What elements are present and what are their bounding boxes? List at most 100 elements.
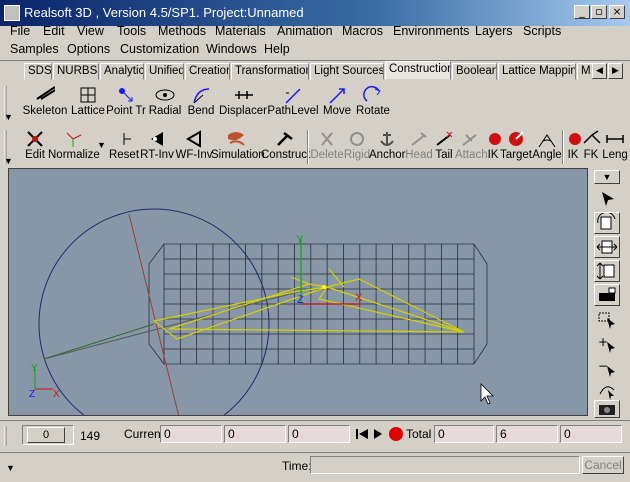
current-field-2[interactable]: 0: [224, 425, 286, 443]
close-button[interactable]: ×: [609, 5, 625, 19]
wf-inv-button[interactable]: WF-Inv: [175, 129, 213, 161]
fk-g3-button[interactable]: FK: [582, 129, 601, 161]
simulation-button[interactable]: Simulation: [211, 129, 265, 161]
skeleton-button[interactable]: Skeleton: [22, 85, 68, 117]
rotate-view-icon[interactable]: [594, 211, 620, 234]
menu-macros[interactable]: Macros: [342, 24, 383, 38]
svg-text:−: −: [598, 359, 608, 373]
edit-button[interactable]: Edit: [22, 129, 48, 161]
add-select-icon[interactable]: +: [594, 334, 620, 356]
leng-g3-button[interactable]: Leng: [600, 129, 630, 161]
tab-construction[interactable]: Construction: [385, 61, 451, 80]
target-g2-button[interactable]: Target: [499, 129, 533, 161]
joint-marker[interactable]: [322, 285, 326, 289]
toolbar2-more-arrow[interactable]: ▼: [4, 156, 13, 166]
tab-sds[interactable]: SDS: [24, 63, 52, 80]
point-tr-button[interactable]: Point Tr: [106, 85, 146, 117]
construct-button[interactable]: Construct: [261, 129, 311, 161]
render-camera-icon[interactable]: [594, 400, 620, 418]
select-arrow-icon[interactable]: [594, 188, 620, 210]
menu-options[interactable]: Options: [67, 42, 110, 56]
menu-customization[interactable]: Customization: [120, 42, 199, 56]
displacer-icon: [235, 91, 253, 99]
tab-nurbs[interactable]: NURBS: [53, 63, 99, 80]
lattice-label: Lattice: [71, 105, 105, 117]
normalize-dropdown-arrow[interactable]: ▼: [97, 140, 106, 150]
menu-samples[interactable]: Samples: [10, 42, 59, 56]
tab-light-sources[interactable]: Light Sources: [310, 63, 384, 80]
mouse-cursor-icon: [480, 383, 494, 405]
attach-g2-button[interactable]: Attach: [455, 129, 488, 161]
tab-scroll-left-button[interactable]: ◀: [592, 63, 607, 79]
minimize-button[interactable]: _: [574, 5, 590, 19]
tab-unified[interactable]: Unified: [145, 63, 184, 80]
frame-slider-thumb[interactable]: 0: [27, 427, 65, 443]
rt-inv-label: RT-Inv: [140, 149, 174, 161]
displacer-button[interactable]: Displacer: [219, 85, 267, 117]
delete-g2-button[interactable]: Delete: [310, 129, 344, 161]
status-bar: ▼ Time: Cancel: [0, 452, 630, 482]
3d-viewport[interactable]: Y X Z Y Z X: [8, 168, 588, 416]
menu-windows[interactable]: Windows: [206, 42, 257, 56]
restore-button[interactable]: ▫: [591, 5, 607, 19]
anchor-g2-button[interactable]: Anchor: [369, 129, 405, 161]
tab-analytic[interactable]: Analytic: [100, 63, 144, 80]
zoom-view-icon[interactable]: [594, 260, 620, 282]
rotate-button[interactable]: Rotate: [355, 85, 391, 117]
pathlevel-button[interactable]: PathLevel: [267, 85, 319, 117]
toolbar1-more-arrow[interactable]: ▼: [4, 112, 13, 122]
menu-help[interactable]: Help: [264, 42, 290, 56]
tab-lattice-mapping[interactable]: Lattice Mapping: [498, 63, 576, 80]
tab-transformation[interactable]: Transformation: [231, 63, 309, 80]
rewind-button[interactable]: [354, 427, 370, 444]
rigid-g2-button[interactable]: Rigid: [343, 129, 371, 161]
menu-tools[interactable]: Tools: [117, 24, 146, 38]
menu-materials[interactable]: Materials: [215, 24, 266, 38]
radial-button[interactable]: Radial: [147, 85, 183, 117]
menu-environments[interactable]: Environments: [393, 24, 469, 38]
cancel-button[interactable]: Cancel: [582, 456, 624, 474]
current-field-1[interactable]: 0: [160, 425, 222, 443]
target-g2-label: Target: [500, 149, 532, 161]
bend-button[interactable]: Bend: [185, 85, 217, 117]
menu-methods[interactable]: Methods: [158, 24, 206, 38]
menu-file[interactable]: File: [10, 24, 30, 38]
frame-slider[interactable]: 0: [22, 425, 74, 445]
tab-m[interactable]: M: [577, 63, 593, 80]
lasso-icon[interactable]: [594, 380, 620, 402]
record-button[interactable]: [388, 426, 404, 445]
menu-layers[interactable]: Layers: [475, 24, 513, 38]
menu-edit[interactable]: Edit: [43, 24, 65, 38]
total-field-1[interactable]: 0: [434, 425, 494, 443]
menu-view[interactable]: View: [77, 24, 104, 38]
tail-g2-button[interactable]: Tail: [433, 129, 455, 161]
tab-scroll-right-button[interactable]: ▶: [608, 63, 623, 79]
status-arrow-icon[interactable]: ▼: [6, 463, 15, 473]
timeline-grip[interactable]: [2, 425, 12, 447]
tab-creation[interactable]: Creation: [185, 63, 230, 80]
menu-scripts[interactable]: Scripts: [523, 24, 561, 38]
total-field-2[interactable]: 6: [496, 425, 558, 443]
scene-canvas[interactable]: Y X Z Y Z X: [9, 169, 588, 416]
camera-view-icon[interactable]: [594, 284, 620, 306]
select-point-icon[interactable]: [594, 310, 620, 332]
play-button[interactable]: [371, 427, 385, 444]
tab-boolean[interactable]: Boolean: [452, 63, 497, 80]
current-field-3[interactable]: 0: [288, 425, 350, 443]
rotate-icon: [363, 85, 381, 102]
normalize-button[interactable]: Normalize: [48, 129, 100, 161]
ik-g3-button[interactable]: IK: [565, 129, 581, 161]
view-dropdown-arrow[interactable]: ▼: [594, 170, 620, 184]
reset-button[interactable]: Reset: [107, 129, 141, 161]
angle-g2-button[interactable]: Angle: [532, 129, 562, 161]
head-g2-button[interactable]: Head: [405, 129, 433, 161]
pan-view-icon[interactable]: [594, 236, 620, 258]
move-button[interactable]: Move: [320, 85, 354, 117]
lattice-button[interactable]: Lattice: [70, 85, 106, 117]
wf-inv-icon: [186, 130, 201, 148]
construct-label: Construct: [261, 149, 311, 161]
menu-animation[interactable]: Animation: [277, 24, 333, 38]
remove-select-icon[interactable]: −: [594, 358, 620, 380]
total-field-3[interactable]: 0: [560, 425, 622, 443]
rt-inv-button[interactable]: RT-Inv: [139, 129, 175, 161]
